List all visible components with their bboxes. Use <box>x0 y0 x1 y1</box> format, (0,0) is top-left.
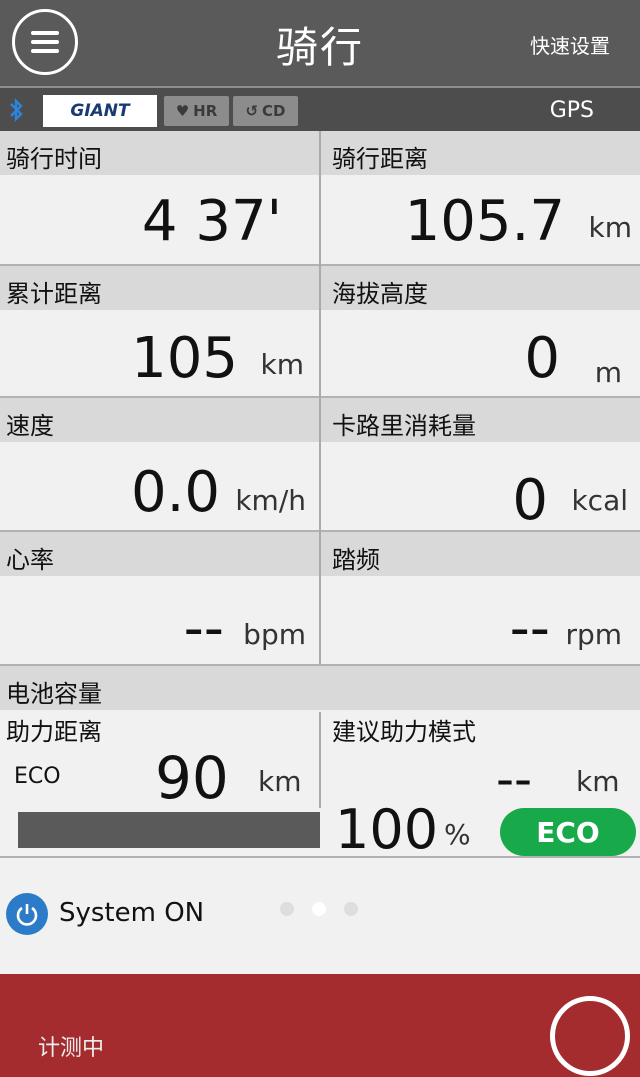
ride-distance-cell: 骑行距离 105.7 km <box>320 131 640 265</box>
page-dot-active[interactable] <box>312 902 326 916</box>
heart-rate-unit: bpm <box>243 618 306 651</box>
assist-distance-unit: km <box>258 765 302 798</box>
cadence-value: -- <box>509 596 550 661</box>
altitude-label: 海拔高度 <box>320 266 640 310</box>
page-dot[interactable] <box>344 902 358 916</box>
calorie-label: 卡路里消耗量 <box>320 398 640 442</box>
speed-cell: 速度 0.0 km/h <box>0 398 320 532</box>
header-bar: 骑行 快速设置 <box>0 0 640 86</box>
ride-distance-value: 105.7 <box>404 189 565 254</box>
divider <box>319 131 321 665</box>
battery-percent-value: 100 <box>335 798 439 861</box>
total-distance-label: 累计距离 <box>0 266 320 310</box>
speed-label: 速度 <box>0 398 320 442</box>
bluetooth-icon <box>10 98 23 122</box>
divider <box>319 712 321 808</box>
altitude-cell: 海拔高度 0 m <box>320 266 640 400</box>
gps-indicator: GPS <box>549 98 594 123</box>
speed-value: 0.0 <box>130 460 220 525</box>
calorie-cell: 卡路里消耗量 0 kcal <box>320 398 640 533</box>
measuring-status: 计测中 <box>38 1036 105 1061</box>
total-distance-unit: km <box>260 348 305 381</box>
ride-distance-unit: km <box>588 211 633 244</box>
assist-mode-label: ECO <box>14 764 61 789</box>
speed-unit: km/h <box>235 484 306 517</box>
divider <box>0 856 640 858</box>
giant-logo: GIANT <box>43 95 157 127</box>
suggest-distance-unit: km <box>576 765 620 798</box>
hr-sensor-badge[interactable]: ♥ HR <box>164 96 229 126</box>
calorie-value: 0 <box>512 468 548 533</box>
cd-sensor-badge[interactable]: ↺ CD <box>233 96 298 126</box>
power-icon <box>16 904 38 926</box>
assist-distance-label: 助力距离 <box>6 718 102 746</box>
total-distance-value: 105 <box>131 326 238 391</box>
page-indicator <box>280 902 358 916</box>
suggest-distance-value: -- <box>496 750 533 808</box>
page-dot[interactable] <box>280 902 294 916</box>
system-status-label: System ON <box>59 898 205 928</box>
record-button[interactable] <box>550 996 630 1076</box>
ride-time-cell: 骑行时间 4 37' <box>0 131 320 265</box>
heart-rate-label: 心率 <box>0 532 320 576</box>
assist-distance-value: 90 <box>155 744 229 812</box>
heart-rate-value: -- <box>183 596 224 661</box>
suggest-mode-label: 建议助力模式 <box>332 718 476 746</box>
cadence-cell: 踏频 -- rpm <box>320 532 640 666</box>
ride-time-label: 骑行时间 <box>0 131 320 175</box>
altitude-value: 0 <box>524 326 560 391</box>
battery-level-bar <box>18 812 320 848</box>
power-button[interactable] <box>6 893 48 935</box>
cadence-label: 踏频 <box>320 532 640 576</box>
cadence-unit: rpm <box>565 618 622 651</box>
altitude-unit: m <box>594 356 622 389</box>
status-bar: GIANT ♥ HR ↺ CD GPS <box>0 86 640 131</box>
ride-time-value: 4 37' <box>141 189 282 254</box>
footer-bar: 计测中 <box>0 974 640 1077</box>
battery-percent-unit: % <box>444 818 471 851</box>
calorie-unit: kcal <box>571 484 628 517</box>
heart-rate-cell: 心率 -- bpm <box>0 532 320 666</box>
quick-settings-button[interactable]: 快速设置 <box>530 30 610 59</box>
ride-distance-label: 骑行距离 <box>320 131 640 175</box>
battery-title: 电池容量 <box>0 666 640 710</box>
refresh-icon: ↺ <box>245 102 259 120</box>
eco-mode-button[interactable]: ECO <box>500 808 636 856</box>
heart-icon: ♥ <box>175 102 190 120</box>
total-distance-cell: 累计距离 105 km <box>0 266 320 400</box>
